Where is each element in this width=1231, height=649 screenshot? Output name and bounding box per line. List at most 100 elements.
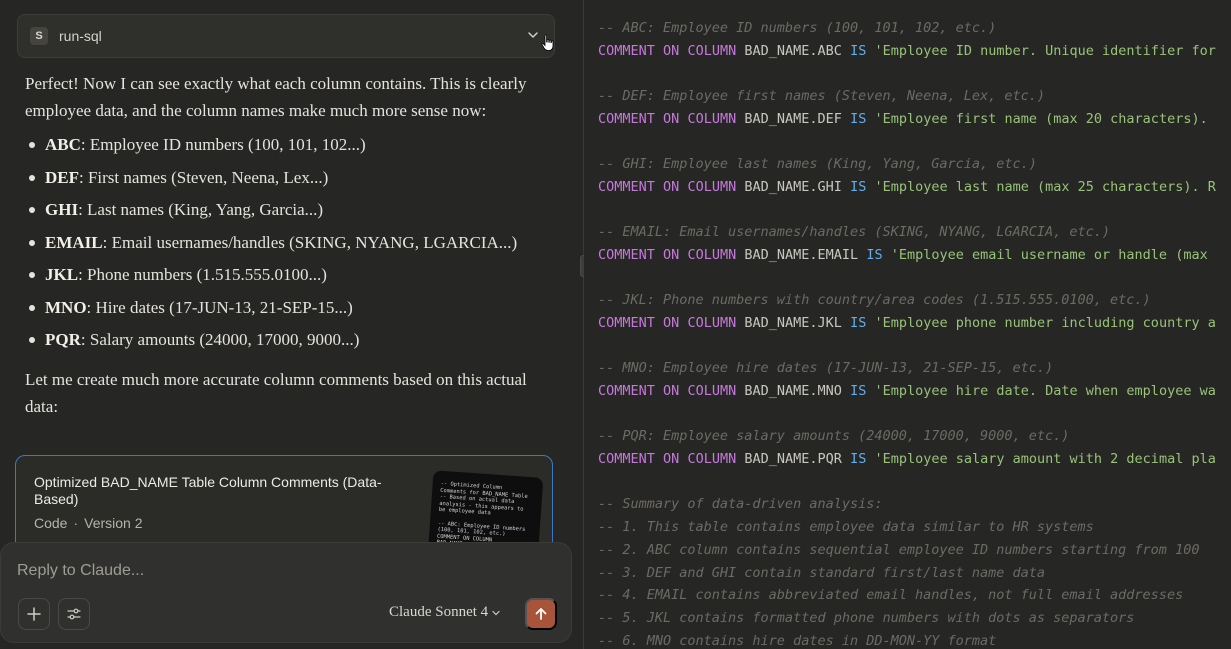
- artifact-version: Version 2: [84, 515, 143, 531]
- sql-comment: -- ABC: Employee ID numbers (100, 101, 1…: [598, 20, 997, 36]
- sql-identifier: BAD_NAME.JKL: [744, 314, 842, 331]
- sql-keyword: IS: [850, 314, 867, 331]
- meta-separator: ·: [73, 515, 79, 531]
- list-item: DEF: First names (Steven, Neena, Lex...): [25, 164, 545, 197]
- sql-string: 'Employee phone number including country…: [874, 314, 1216, 331]
- sql-keyword: IS: [850, 383, 867, 399]
- sql-identifier: BAD_NAME.GHI: [744, 178, 842, 195]
- sql-comment: -- MNO: Employee hire dates (17-JUN-13, …: [598, 360, 1054, 377]
- column-name: DEF: [45, 167, 79, 187]
- list-item: MNO: Hire dates (17-JUN-13, 21-SEP-15...…: [25, 294, 545, 327]
- sql-keyword: COLUMN: [687, 246, 737, 263]
- list-item: JKL: Phone numbers (1.515.555.0100...): [25, 261, 545, 294]
- sql-comment: -- 4. EMAIL contains abbreviated email h…: [598, 587, 1184, 604]
- code-line: -- 4. EMAIL contains abbreviated email h…: [598, 584, 1216, 607]
- list-item: ABC: Employee ID numbers (100, 101, 102.…: [25, 131, 545, 164]
- code-line: COMMENT ON COLUMN BAD_NAME.GHI IS 'Emplo…: [598, 176, 1216, 199]
- sql-keyword: ON: [663, 383, 680, 399]
- reply-input[interactable]: [17, 560, 517, 582]
- sql-keyword: COLUMN: [687, 314, 737, 331]
- column-name: JKL: [45, 265, 79, 284]
- model-selector[interactable]: Claude Sonnet 4: [389, 604, 501, 621]
- code-line: COMMENT ON COLUMN BAD_NAME.MNO IS 'Emplo…: [598, 380, 1216, 403]
- tool-call-header[interactable]: S run-sql: [17, 14, 555, 58]
- sql-keyword: COMMENT: [598, 314, 655, 331]
- sql-keyword: ON: [663, 42, 680, 59]
- sql-keyword: ON: [663, 451, 680, 468]
- column-desc: : Salary amounts (24000, 17000, 9000...): [80, 330, 360, 349]
- column-desc: : Last names (King, Yang, Garcia...): [78, 200, 324, 219]
- code-line: -- 6. MNO contains hire dates in DD-MON-…: [598, 630, 1216, 649]
- sql-keyword: COMMENT: [598, 451, 655, 468]
- code-line: -- 2. ABC column contains sequential emp…: [598, 539, 1216, 562]
- artifact-title: Optimized BAD_NAME Table Column Comments…: [34, 474, 382, 507]
- column-name: GHI: [45, 200, 79, 219]
- column-name: ABC: [45, 135, 81, 154]
- sql-keyword: IS: [850, 42, 867, 59]
- code-line: -- JKL: Phone numbers with country/area …: [598, 289, 1216, 312]
- column-desc: : Phone numbers (1.515.555.0100...): [78, 265, 327, 284]
- code-line: -- 5. JKL contains formatted phone numbe…: [598, 607, 1216, 630]
- sql-keyword: COMMENT: [598, 110, 655, 127]
- column-desc: : Employee ID numbers (100, 101, 102...): [80, 135, 366, 154]
- code-line: COMMENT ON COLUMN BAD_NAME.EMAIL IS 'Emp…: [598, 244, 1216, 267]
- sql-identifier: BAD_NAME.PQR: [744, 451, 842, 468]
- artifact-kind: Code: [34, 515, 68, 531]
- sql-identifier: BAD_NAME.EMAIL: [744, 246, 859, 263]
- code-line: -- 1. This table contains employee data …: [598, 516, 1216, 539]
- code-line: -- EMAIL: Email usernames/handles (SKING…: [598, 221, 1216, 244]
- sql-string: 'Employee salary amount with 2 decimal p…: [874, 451, 1216, 468]
- sql-comment: -- 2. ABC column contains sequential emp…: [598, 541, 1200, 558]
- sql-keyword: COLUMN: [687, 383, 737, 399]
- code-line: -- Summary of data-driven analysis:: [598, 493, 1216, 516]
- column-name: EMAIL: [45, 232, 103, 252]
- chat-pane: S run-sql Perfect! Now I can see exactly…: [0, 0, 583, 649]
- code-line: -- PQR: Employee salary amounts (24000, …: [598, 425, 1216, 448]
- sql-keyword: IS: [866, 246, 883, 263]
- sql-keyword: COMMENT: [598, 178, 655, 195]
- composer: Claude Sonnet 4: [0, 542, 572, 643]
- code-line: COMMENT ON COLUMN BAD_NAME.ABC IS 'Emplo…: [598, 40, 1216, 63]
- add-button[interactable]: [18, 598, 50, 630]
- chevron-down-icon: [492, 610, 500, 615]
- assistant-message: Perfect! Now I can see exactly what each…: [25, 70, 545, 420]
- code-line: COMMENT ON COLUMN BAD_NAME.DEF IS 'Emplo…: [598, 108, 1216, 131]
- column-name: PQR: [45, 330, 81, 349]
- code-line: COMMENT ON COLUMN BAD_NAME.JKL IS 'Emplo…: [598, 312, 1216, 335]
- arrow-up-icon: [535, 608, 547, 620]
- code-line: COMMENT ON COLUMN BAD_NAME.PQR IS 'Emplo…: [598, 448, 1216, 471]
- tools-button[interactable]: [58, 598, 90, 630]
- sql-string: 'Employee last name (max 25 characters).…: [874, 178, 1216, 195]
- tool-badge: S: [30, 27, 48, 45]
- sql-keyword: ON: [663, 314, 680, 331]
- message-intro: Perfect! Now I can see exactly what each…: [25, 74, 527, 120]
- sql-keyword: IS: [850, 451, 867, 468]
- code-line: -- ABC: Employee ID numbers (100, 101, 1…: [598, 17, 1216, 40]
- sql-comment: -- 3. DEF and GHI contain standard first…: [598, 564, 1046, 581]
- column-desc: : Hire dates (17-JUN-13, 21-SEP-15...): [86, 297, 353, 317]
- sql-comment: -- GHI: Employee last names (King, Yang,…: [598, 156, 1037, 173]
- sql-keyword: COMMENT: [598, 42, 655, 59]
- sql-comment: -- 1. This table contains employee data …: [598, 519, 1094, 536]
- sql-comment: -- PQR: Employee salary amounts (24000, …: [598, 428, 1070, 445]
- tool-name: run-sql: [59, 28, 102, 44]
- sql-keyword: COLUMN: [687, 451, 737, 468]
- chevron-down-icon[interactable]: [526, 28, 540, 42]
- sql-comment: -- JKL: Phone numbers with country/area …: [598, 292, 1151, 309]
- sql-keyword: ON: [663, 178, 680, 195]
- send-button[interactable]: [525, 598, 557, 630]
- sql-keyword: ON: [663, 110, 680, 127]
- sql-string: 'Employee first name (max 20 characters)…: [874, 110, 1208, 127]
- code-viewer: -- ABC: Employee ID numbers (100, 101, 1…: [584, 0, 1231, 649]
- artifact-meta: Code · Version 2: [34, 515, 143, 531]
- sql-keyword: ON: [663, 246, 680, 263]
- sql-string: 'Employee email username or handle (max: [890, 246, 1208, 263]
- sql-comment: -- 6. MNO contains hire dates in DD-MON-…: [598, 632, 997, 649]
- sql-keyword: IS: [850, 178, 867, 195]
- sql-keyword: COLUMN: [687, 110, 737, 127]
